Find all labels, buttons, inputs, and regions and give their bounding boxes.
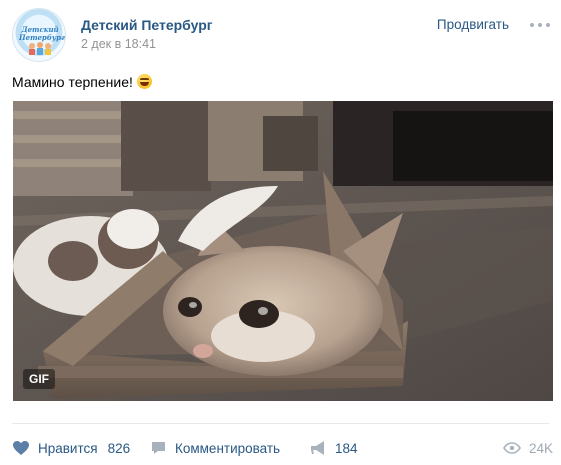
- post-actions: Нравится 826 Комментировать 184 24K: [12, 437, 553, 459]
- heart-icon: [12, 440, 30, 456]
- share-count: 184: [335, 440, 358, 456]
- divider: [12, 423, 549, 424]
- gif-image: [13, 101, 553, 401]
- views-counter: 24K: [503, 437, 553, 459]
- avatar-logo-text: Детский Петербург: [19, 25, 65, 42]
- more-icon[interactable]: [530, 22, 552, 28]
- share-button[interactable]: 184: [309, 437, 358, 459]
- eye-icon: [503, 442, 521, 454]
- like-button[interactable]: Нравится 826: [12, 437, 130, 459]
- post-header: Детский Петербург Детский Петербург 2 де…: [12, 8, 552, 62]
- post-text: Мамино терпение!: [12, 74, 152, 90]
- post-date[interactable]: 2 дек в 18:41: [81, 37, 156, 51]
- like-count: 826: [107, 440, 131, 456]
- like-label: Нравится: [38, 440, 98, 456]
- post-text-content: Мамино терпение!: [12, 74, 133, 90]
- gif-media[interactable]: GIF: [13, 101, 553, 401]
- comment-icon: [150, 440, 167, 456]
- views-count: 24K: [528, 440, 553, 456]
- promote-button[interactable]: Продвигать: [437, 17, 509, 32]
- emoji-icon: [136, 74, 152, 89]
- gif-badge: GIF: [23, 369, 55, 389]
- kids-illustration-icon: [29, 42, 51, 55]
- share-icon: [309, 440, 327, 456]
- comment-label: Комментировать: [175, 440, 281, 456]
- comment-button[interactable]: Комментировать: [150, 437, 280, 459]
- avatar[interactable]: Детский Петербург: [12, 8, 66, 62]
- group-name-link[interactable]: Детский Петербург: [81, 17, 213, 33]
